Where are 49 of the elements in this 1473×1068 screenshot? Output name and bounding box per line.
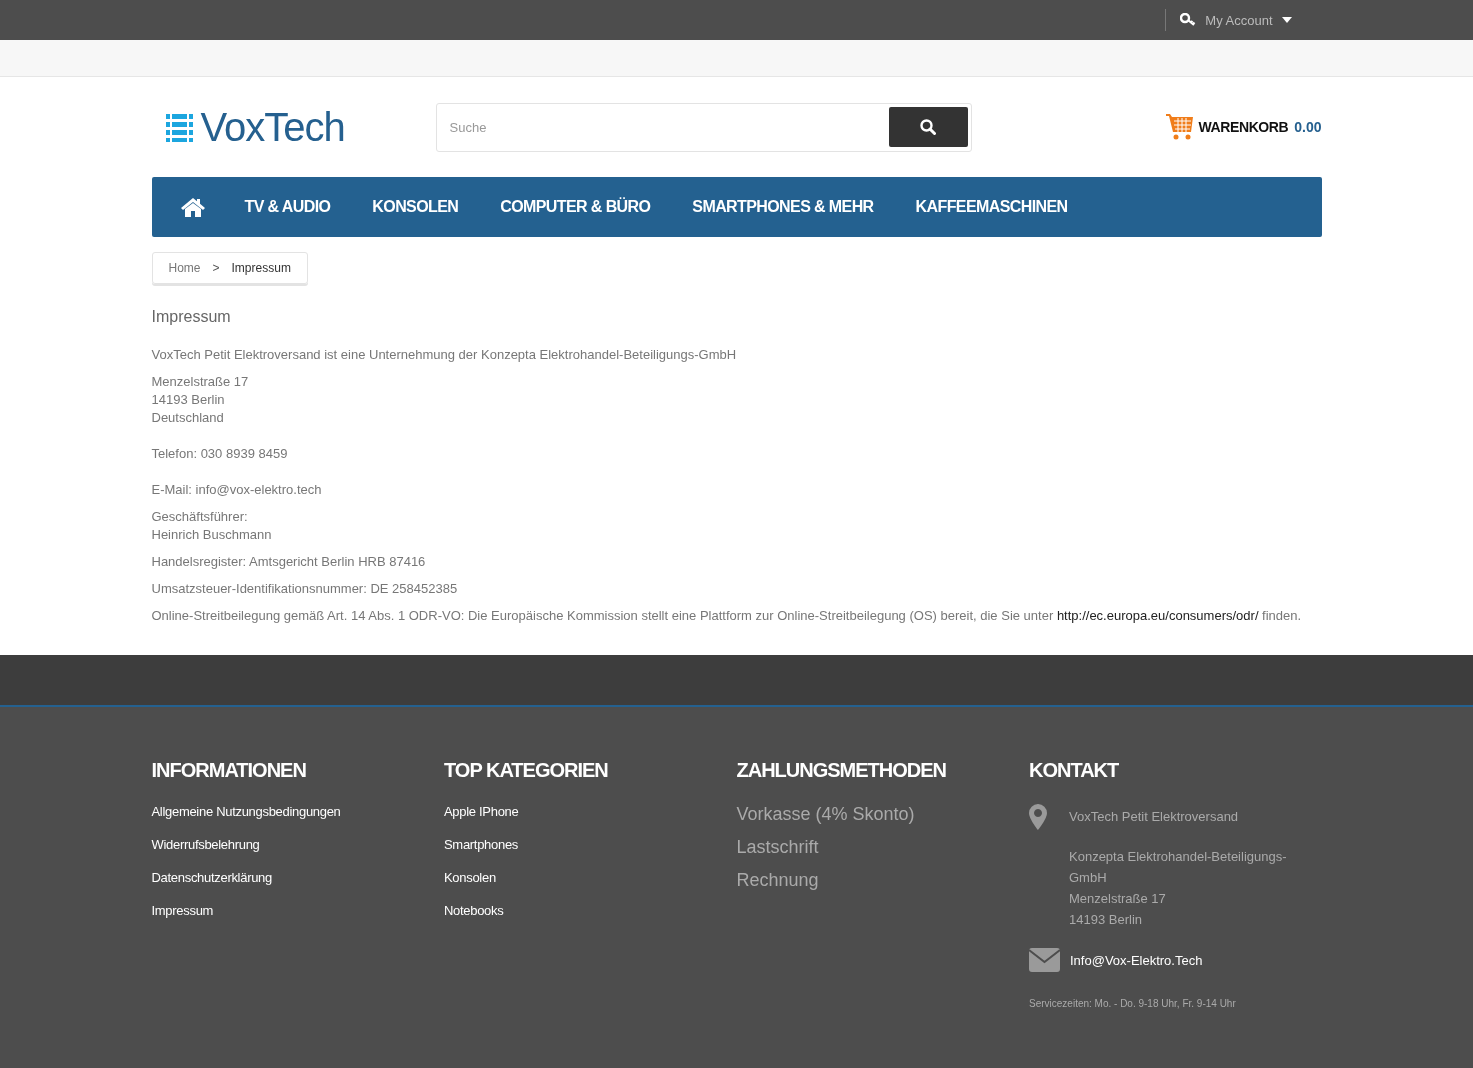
paragraph: Geschäftsführer: Heinrich Buschmann [151, 508, 273, 544]
paragraph: Menzelstraße 17 14193 Berlin Deutschland [151, 373, 250, 427]
contact-company: VoxTech Petit Elektroversand [1069, 808, 1240, 826]
payment-method: Rechnung [736, 870, 819, 891]
footer-link[interactable]: Apple IPhone [444, 804, 519, 819]
footer-heading: TOP KATEGORIEN [444, 759, 608, 782]
contact-address: Konzepta Elektrohandel-Beteiligungs-GmbH Menzelstraße 17 14193 Berlin [1069, 848, 1288, 929]
logo-mark-icon [165, 112, 193, 142]
search-button[interactable] [888, 106, 968, 147]
nav-link[interactable]: SMARTPHONES & MEHR [671, 198, 895, 216]
envelope-icon [1029, 948, 1060, 972]
my-account-menu[interactable]: My Account [1180, 12, 1292, 28]
footer-heading: INFORMATIONEN [151, 759, 306, 782]
voxtech-logo[interactable]: VoxTech [165, 104, 436, 150]
footer-link[interactable]: Konsolen [444, 870, 496, 885]
page-title: Impressum [151, 308, 232, 326]
nav-link[interactable]: TV & AUDIO [223, 198, 352, 216]
odr-link[interactable]: http://ec.europa.eu/consumers/odr/ [1056, 608, 1259, 623]
payment-method: Vorkasse (4% Skonto) [736, 804, 915, 825]
contact-email-link[interactable]: Info@Vox-Elektro.Tech [1070, 952, 1203, 968]
footer-link[interactable]: Widerrufsbelehrung [151, 837, 260, 852]
cart-link[interactable]: WARENKORB 0.00 [1165, 113, 1322, 141]
breadcrumb-separator: > [212, 261, 220, 275]
footer-link[interactable]: Impressum [151, 903, 214, 918]
caret-icon [1281, 17, 1292, 23]
breadcrumb-link[interactable]: Home [168, 261, 201, 275]
nav-link[interactable]: COMPUTER & BÜRO [479, 198, 672, 216]
paragraph: E-Mail: info@vox-elektro.tech [151, 481, 323, 499]
paragraph: VoxTech Petit Elektroversand ist eine Unternehmung der Konzepta Elektrohandel-Beteiligungs-GmbH [151, 346, 738, 364]
payment-method: Lastschrift [736, 837, 819, 858]
service-hours: Servicezeiten: Mo. - Do. 9-18 Uhr, Fr. 9-14 Uhr [1029, 998, 1236, 1009]
footer-link[interactable]: Smartphones [444, 837, 519, 852]
search-icon [920, 118, 936, 135]
nav-link[interactable]: KONSOLEN [351, 198, 480, 216]
home-icon[interactable] [180, 197, 205, 217]
footer-link[interactable]: Allgemeine Nutzungsbedingungen [151, 804, 341, 819]
key-icon [1180, 13, 1197, 27]
breadcrumb-link[interactable]: Impressum [231, 261, 291, 275]
nav-link[interactable]: KAFFEEMASCHINEN [894, 198, 1089, 216]
paragraph: Umsatzsteuer-Identifikationsnummer: DE 258452385 [151, 580, 459, 598]
footer-link[interactable]: Datenschutzerklärung [151, 870, 272, 885]
paragraph: Handelsregister: Amtsgericht Berlin HRB 87416 [151, 553, 427, 571]
footer-heading: ZAHLUNGSMETHODEN [736, 759, 947, 782]
paragraph: Online-Streitbeilegung gemäß Art. 14 Abs. 1 ODR-VO: Die Europäische Kommission stellt eine Plattform zur Online-Streitbeilegung (OS) bereit, die Sie unter http://ec.europa.eu/consumers/odr/ finden. [151, 607, 1303, 625]
footer-link[interactable]: Notebooks [444, 903, 504, 918]
map-pin-icon [1029, 804, 1047, 830]
paragraph: Telefon: 030 8939 8459 [151, 445, 289, 463]
footer-heading: KONTAKT [1029, 759, 1119, 782]
cart-icon [1165, 113, 1193, 141]
